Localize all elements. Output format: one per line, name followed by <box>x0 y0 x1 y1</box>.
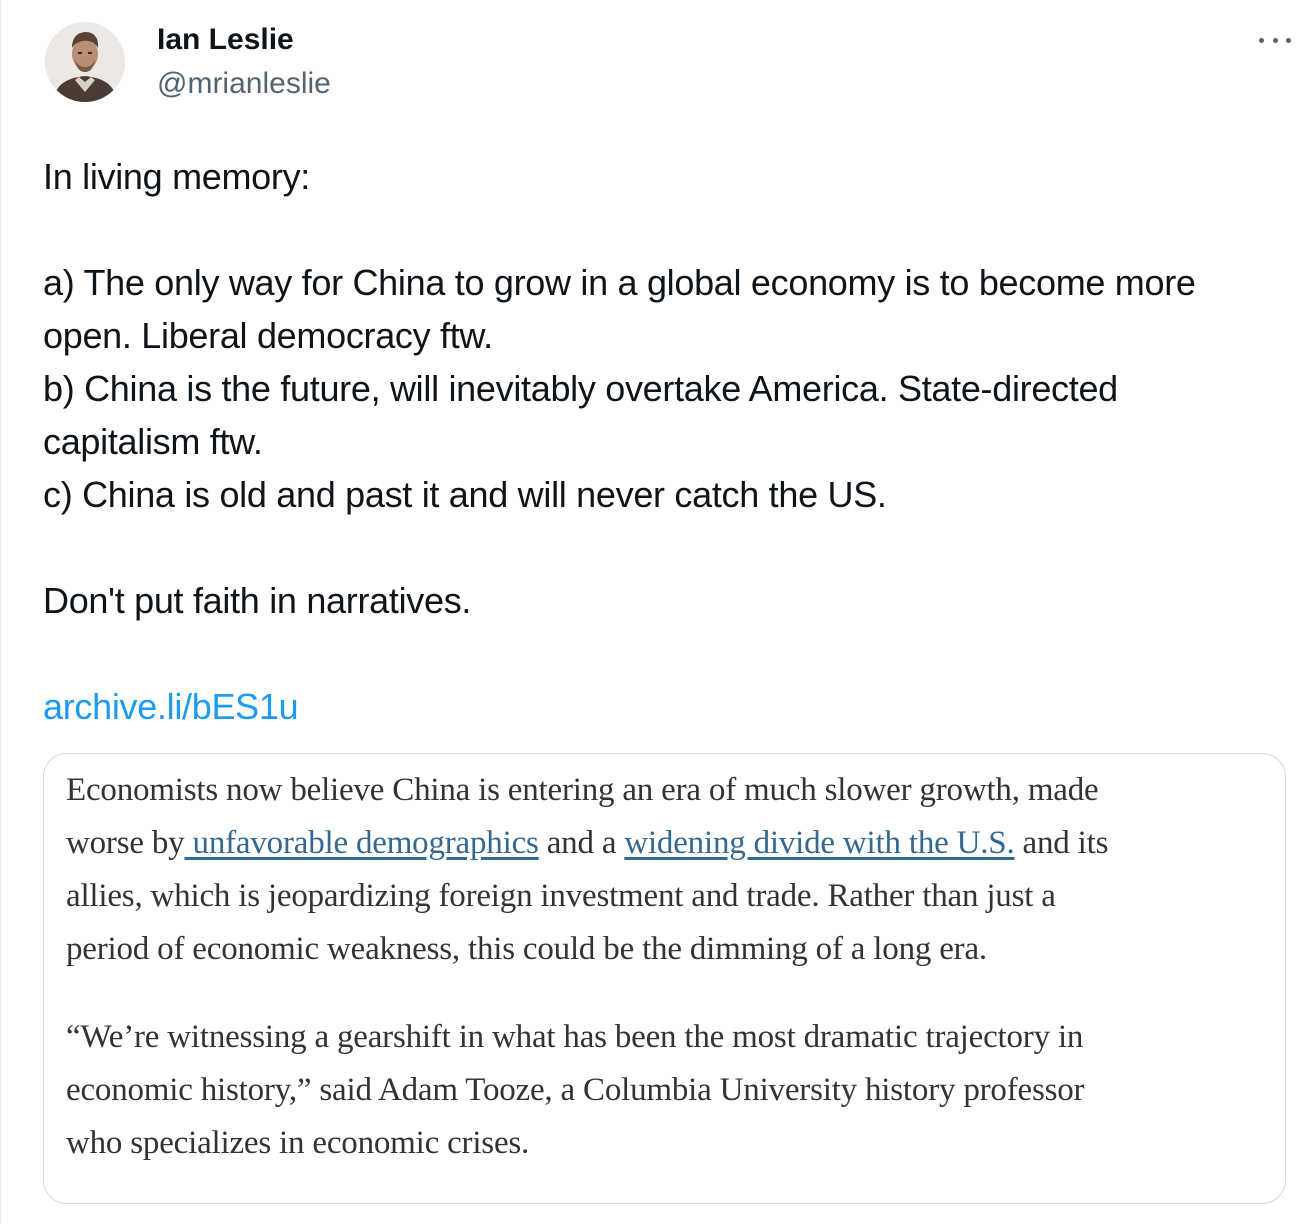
excerpt-text: and its <box>1014 825 1109 861</box>
author-name[interactable]: Ian Leslie <box>157 22 294 58</box>
excerpt-line: “We’re witnessing a gearshift in what ha… <box>66 1019 1084 1055</box>
tweet-text-line: c) China is old and past it and will nev… <box>43 474 887 515</box>
tweet-text-spacer <box>43 521 1293 574</box>
more-dot <box>1272 37 1278 43</box>
excerpt-line: period of economic weakness, this could … <box>66 931 987 967</box>
more-dot <box>1286 37 1291 43</box>
author-handle[interactable]: @mrianleslie <box>157 66 331 102</box>
excerpt-line: who specializes in economic crises. <box>66 1125 530 1161</box>
excerpt-link-divide: widening divide with the U.S. <box>624 825 1015 861</box>
excerpt-line: Economists now believe China is entering… <box>66 772 1099 808</box>
excerpt-link-demographics: unfavorable demographics <box>184 825 539 861</box>
more-dot <box>1259 37 1264 43</box>
excerpt-text: and a <box>538 825 625 861</box>
attached-image[interactable]: Economists now believe China is entering… <box>43 753 1286 1204</box>
excerpt-line: allies, which is jeopardizing foreign in… <box>66 878 1056 914</box>
tweet-header: Ian Leslie @mrianleslie <box>45 22 1295 106</box>
author-avatar[interactable] <box>45 22 125 102</box>
excerpt-text: worse by <box>66 825 185 861</box>
tweet-link[interactable]: archive.li/bES1u <box>43 686 299 727</box>
tweet-text-line: a) The only way for China to grow in a g… <box>43 262 1196 303</box>
excerpt-line: economic history,” said Adam Tooze, a Co… <box>66 1072 1085 1108</box>
tweet-link-line: archive.li/bES1u <box>43 680 1293 733</box>
avatar-photo-icon <box>45 22 125 102</box>
more-options-icon[interactable] <box>1255 28 1295 52</box>
excerpt-paragraph-gap <box>66 976 1266 1011</box>
tweet-text-line: In living memory: <box>43 156 310 197</box>
article-excerpt: Economists now believe China is entering… <box>66 764 1266 1170</box>
tweet-text-line: b) China is the future, will inevitably … <box>43 368 1118 409</box>
tweet-text-line: open. Liberal democracy ftw. <box>43 315 493 356</box>
tweet-text-spacer <box>43 627 1293 680</box>
tweet-text-line: capitalism ftw. <box>43 421 263 462</box>
tweet-text: In living memory: a) The only way for Ch… <box>43 150 1293 733</box>
tweet-text-line: Don't put faith in narratives. <box>43 580 472 621</box>
tweet-text-spacer <box>43 203 1293 256</box>
tweet-card: Ian Leslie @mrianleslie In living memory… <box>0 0 1314 1224</box>
excerpt-line: worse by unfavorable demographics and a … <box>66 817 1266 870</box>
